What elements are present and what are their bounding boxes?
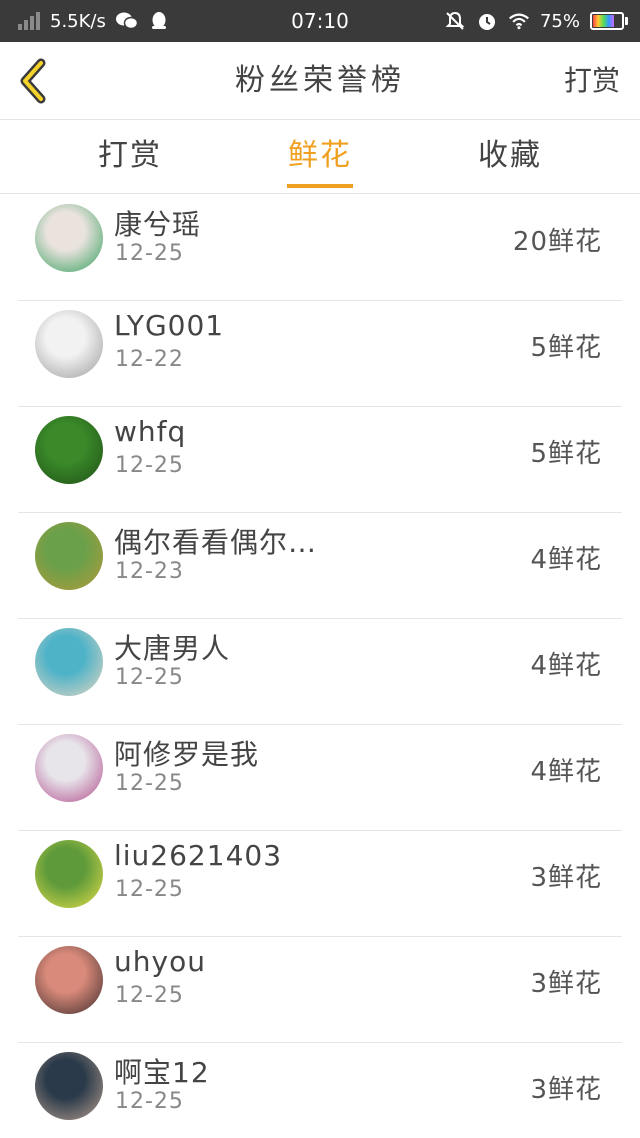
list-item[interactable]: 阿修罗是我 12-25 4鲜花 [0,725,640,831]
flower-count: 3鲜花 [530,1075,602,1105]
user-name: 啊宝12 [114,1056,210,1089]
user-name: 大唐男人 [114,632,231,665]
flower-count: 4鲜花 [530,545,602,575]
date: 12-25 [115,983,184,1008]
date: 12-25 [115,1089,184,1114]
user-name: 康兮瑶 [114,208,202,241]
tab-reward[interactable]: 打赏 [70,120,190,194]
user-name: 偶尔看看偶尔… [114,526,318,559]
flower-count: 3鲜花 [530,969,602,999]
app-header: 粉丝荣誉榜 打赏 [0,42,640,120]
list-item[interactable]: liu2621403 12-25 3鲜花 [0,831,640,937]
avatar[interactable] [35,734,103,802]
list-item[interactable]: uhyou 12-25 3鲜花 [0,937,640,1043]
user-name: liu2621403 [114,839,283,872]
flower-count: 20鲜花 [512,227,602,257]
tab-favorites[interactable]: 收藏 [450,120,570,194]
avatar[interactable] [35,628,103,696]
page-title: 粉丝荣誉榜 [235,63,405,98]
date: 12-25 [115,877,184,902]
active-tab-indicator [287,184,353,188]
user-name: LYG001 [114,309,225,342]
date: 12-25 [115,453,184,478]
mute-icon [444,10,466,32]
avatar[interactable] [35,946,103,1014]
avatar[interactable] [35,416,103,484]
date: 12-23 [115,559,184,584]
user-name: whfq [114,415,187,448]
avatar[interactable] [35,310,103,378]
tab-flowers[interactable]: 鲜花 [260,120,380,194]
avatar[interactable] [35,522,103,590]
date: 12-25 [115,241,184,266]
date: 12-25 [115,665,184,690]
flower-count: 4鲜花 [530,651,602,681]
date: 12-25 [115,771,184,796]
alarm-icon [476,10,498,32]
status-bar: 5.5K/s 07:10 75% [0,0,640,42]
user-name: uhyou [114,945,206,978]
wifi-icon [508,10,530,32]
list-item[interactable]: 康兮瑶 12-25 20鲜花 [0,195,640,301]
list-item[interactable]: 大唐男人 12-25 4鲜花 [0,619,640,725]
reward-button[interactable]: 打赏 [564,42,620,120]
fan-list: 康兮瑶 12-25 20鲜花 LYG001 12-22 5鲜花 whfq 12-25 5鲜花 偶尔… [0,195,640,1138]
avatar[interactable] [35,204,103,272]
list-item[interactable]: 偶尔看看偶尔… 12-23 4鲜花 [0,513,640,619]
user-name: 阿修罗是我 [114,738,260,771]
flower-count: 5鲜花 [530,439,602,469]
flower-count: 3鲜花 [530,863,602,893]
avatar[interactable] [35,1052,103,1120]
date: 12-22 [115,347,184,372]
list-item[interactable]: 啊宝12 12-25 3鲜花 [0,1043,640,1138]
battery-icon [590,12,628,30]
flower-count: 4鲜花 [530,757,602,787]
list-item[interactable]: LYG001 12-22 5鲜花 [0,301,640,407]
battery-percent: 75% [539,10,580,32]
tab-bar: 打赏 鲜花 收藏 [0,120,640,194]
avatar[interactable] [35,840,103,908]
list-item[interactable]: whfq 12-25 5鲜花 [0,407,640,513]
flower-count: 5鲜花 [530,333,602,363]
